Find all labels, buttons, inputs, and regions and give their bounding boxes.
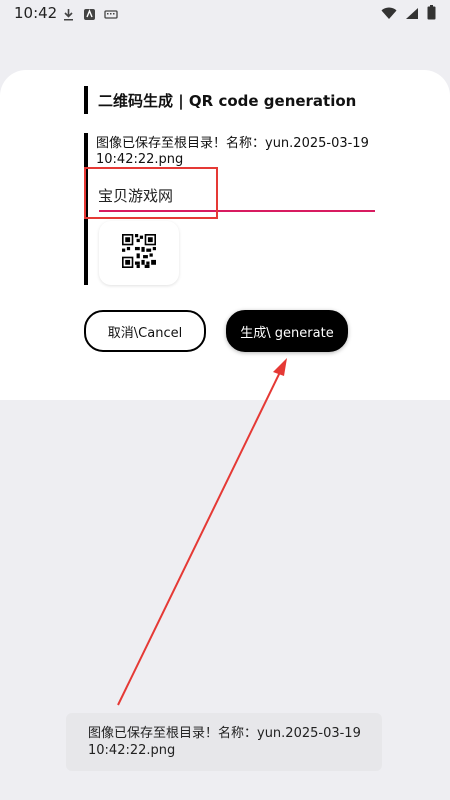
battery-icon — [427, 5, 436, 24]
wifi-icon — [381, 5, 397, 24]
dialog-content: 图像已保存至根目录！名称：yun.2025-03-19 10:42:22.png — [84, 133, 388, 285]
keyboard-icon — [104, 6, 118, 19]
toast-message: 图像已保存至根目录！名称：yun.2025-03-19 10:42:22.png — [88, 726, 361, 758]
input-underline — [99, 210, 375, 212]
qr-code-icon — [122, 234, 156, 272]
status-notification-icons — [62, 6, 118, 21]
toast: 图像已保存至根目录！名称：yun.2025-03-19 10:42:22.png — [66, 713, 382, 771]
android-icon — [83, 6, 96, 20]
status-system-icons — [381, 5, 436, 24]
qr-text-input[interactable] — [98, 181, 374, 209]
qr-dialog: 二维码生成 | QR code generation 图像已保存至根目录！名称：… — [0, 70, 450, 400]
saved-message: 图像已保存至根目录！名称：yun.2025-03-19 10:42:22.png — [96, 136, 369, 167]
status-bar: 10:42 — [0, 0, 450, 26]
status-time: 10:42 — [14, 4, 58, 22]
qr-preview — [99, 221, 179, 285]
dialog-title: 二维码生成 | QR code generation — [84, 86, 356, 114]
download-icon — [62, 6, 75, 21]
signal-icon — [405, 5, 419, 24]
cancel-button[interactable]: 取消\Cancel — [84, 310, 206, 352]
generate-button[interactable]: 生成\ generate — [226, 310, 348, 352]
